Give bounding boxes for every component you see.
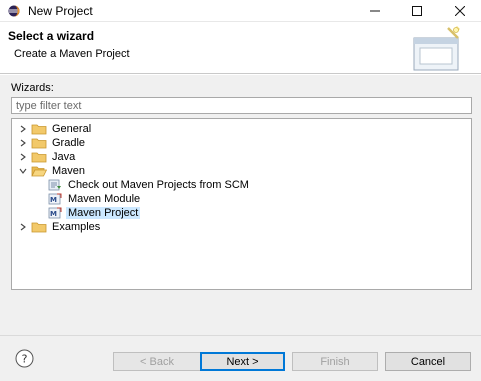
page-title: Select a wizard [8, 29, 95, 43]
open-folder-icon [31, 166, 47, 177]
finish-button[interactable]: Finish [292, 352, 378, 371]
tree-item-label: Gradle [52, 137, 86, 149]
minimize-icon [370, 10, 380, 12]
chevron-right-icon[interactable] [18, 152, 28, 162]
wizard-content: Wizards: General Gradle Java Maven [0, 75, 481, 335]
svg-text:M: M [50, 210, 57, 218]
svg-text:M: M [50, 196, 57, 204]
back-button[interactable]: < Back [113, 352, 201, 371]
wizards-label: Wizards: [11, 82, 54, 94]
tree-item-label: Maven Module [68, 193, 141, 205]
eclipse-logo-icon [8, 5, 20, 17]
tree-item-label: Java [52, 151, 76, 163]
tree-item-general[interactable]: General [18, 122, 93, 136]
scm-checkout-icon [48, 179, 61, 191]
wizard-header: Select a wizard Create a Maven Project [0, 22, 481, 74]
chevron-right-icon[interactable] [18, 124, 28, 134]
tree-item-java[interactable]: Java [18, 150, 77, 164]
folder-icon [31, 222, 47, 233]
tree-item-label: Maven Project [66, 207, 141, 219]
folder-icon [31, 124, 47, 135]
title-bar: New Project [0, 0, 481, 22]
maven-module-icon: M [48, 193, 62, 205]
wizard-banner-icon [413, 26, 460, 71]
maximize-icon [412, 6, 422, 16]
next-button[interactable]: Next > [200, 352, 285, 371]
tree-item-scm-checkout[interactable]: Check out Maven Projects from SCM [48, 178, 251, 192]
tree-item-gradle[interactable]: Gradle [18, 136, 87, 150]
tree-item-label: Maven [52, 165, 86, 177]
tree-item-maven-project[interactable]: M Maven Project [48, 206, 141, 220]
svg-text:?: ? [22, 353, 28, 366]
folder-icon [31, 138, 47, 149]
filter-input[interactable] [11, 97, 472, 114]
tree-item-label: Examples [52, 221, 101, 233]
tree-item-maven[interactable]: Maven [18, 164, 87, 178]
maven-project-icon: M [48, 207, 62, 219]
tree-item-maven-module[interactable]: M Maven Module [48, 192, 142, 206]
close-icon [455, 6, 465, 16]
help-icon[interactable]: ? [15, 349, 34, 368]
chevron-right-icon[interactable] [18, 138, 28, 148]
button-bar: ? < Back Next > Finish Cancel [0, 335, 481, 381]
minimize-button[interactable] [355, 0, 395, 22]
folder-icon [31, 152, 47, 163]
cancel-button[interactable]: Cancel [385, 352, 471, 371]
tree-item-examples[interactable]: Examples [18, 220, 102, 234]
window-title: New Project [28, 4, 93, 18]
maximize-button[interactable] [397, 0, 437, 22]
tree-item-label: Check out Maven Projects from SCM [68, 179, 249, 191]
page-subtitle: Create a Maven Project [14, 48, 130, 60]
wizard-tree[interactable]: General Gradle Java Maven Check out Mave… [11, 118, 472, 290]
tree-item-label: General [52, 123, 92, 135]
close-button[interactable] [440, 0, 480, 22]
chevron-right-icon[interactable] [18, 222, 28, 232]
chevron-down-icon[interactable] [18, 166, 28, 176]
